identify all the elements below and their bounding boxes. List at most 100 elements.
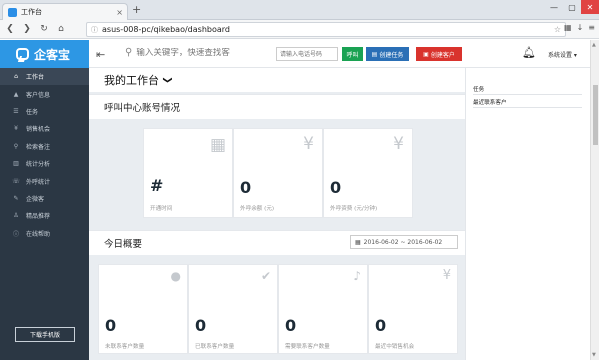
bookmark-star-icon[interactable]: ☆ — [554, 25, 561, 34]
sidebar-item-customers[interactable]: ▲ 客户信息 — [0, 85, 89, 102]
sidebar-item-statistics[interactable]: ▥ 统计分析 — [0, 155, 89, 172]
app-header: 企客宝 ⇤ ⚲ 呼叫 ▤创建任务 ▣创建客户 🔔︎ 系统设置 ▾ — [0, 40, 599, 68]
sidebar-item-label: 销售机会 — [26, 126, 51, 134]
sidebar-item-label: 外呼统计 — [26, 178, 51, 186]
add-user-icon: ▣ — [423, 50, 429, 58]
scroll-down-icon[interactable]: ▼ — [592, 352, 596, 358]
browser-menu-icon[interactable]: ≡ — [588, 23, 595, 32]
date-range-picker[interactable]: ▦ 2016-06-02 ~ 2016-06-02 — [350, 235, 458, 249]
scroll-up-icon[interactable]: ▲ — [592, 42, 596, 48]
search-icon: ⚲ — [125, 47, 133, 58]
logo-text: 企客宝 — [34, 47, 71, 62]
browser-tabbar: 工作台 × + — ▢ ✕ — [0, 0, 599, 20]
check-icon: ✔ — [260, 269, 271, 283]
scroll-thumb[interactable] — [593, 85, 598, 145]
card-label: 外呼资费 (元/分钟) — [330, 206, 378, 212]
page-title-bar: 我的工作台 ❯ — [89, 68, 465, 92]
card-value: 0 — [105, 316, 117, 335]
app-logo[interactable]: 企客宝 — [0, 40, 89, 68]
new-tab-button[interactable]: + — [132, 3, 141, 16]
back-icon[interactable]: ❮ — [3, 22, 17, 36]
today-card-uncontacted: ● 0 未联系客户数量 — [98, 264, 188, 354]
yen-icon: ¥ — [393, 134, 404, 154]
tasks-icon: ☰ — [13, 107, 19, 115]
address-bar[interactable]: ⓘ asus-008-pc/qikebao/dashboard ☆ — [86, 22, 566, 37]
search-icon: ⚲ — [13, 142, 19, 150]
page-info-icon[interactable]: ⓘ — [91, 25, 98, 35]
card-value: 0 — [195, 316, 207, 335]
call-center-section-title: 呼叫中心账号情况 — [89, 94, 465, 119]
headset-icon: ☏ — [12, 177, 20, 185]
sidebar-item-label: 客户信息 — [26, 91, 51, 99]
sidebar-item-label: 企微客 — [26, 195, 45, 203]
menu-toggle-icon[interactable]: ⇤ — [96, 48, 105, 61]
reload-icon[interactable]: ↻ — [37, 22, 51, 36]
bulb-icon: ✎ — [13, 194, 19, 202]
tab-close-icon[interactable]: × — [116, 8, 123, 17]
today-card-need-contact: ♪ 0 需要联系客户数量 — [278, 264, 368, 354]
sidebar-item-dashboard[interactable]: ⌂ 工作台 — [0, 68, 89, 86]
browser-tab-title: 工作台 — [21, 8, 42, 16]
notification-bell-icon[interactable]: 🔔︎ — [522, 46, 536, 59]
sidebar-item-tasks[interactable]: ☰ 任务 — [0, 103, 89, 120]
page-scrollbar[interactable]: ▲ ▼ — [590, 40, 599, 360]
divider — [473, 94, 582, 95]
card-value: 0 — [285, 316, 297, 335]
call-card-balance: ¥ 0 外呼余额 (元) — [233, 128, 323, 218]
browser-navbar: ❮ ❯ ↻ ⌂ ⓘ asus-008-pc/qikebao/dashboard … — [0, 20, 599, 39]
help-icon: ⓘ — [12, 230, 19, 238]
maximize-button[interactable]: ▢ — [563, 0, 581, 14]
sidebar-item-help[interactable]: ⓘ 在线帮助 — [0, 225, 89, 242]
calendar-icon: ▦ — [209, 135, 226, 155]
minimize-button[interactable]: — — [545, 0, 563, 14]
user-icon: ● — [170, 269, 181, 283]
today-card-contacted: ✔ 0 已联系客户数量 — [188, 264, 278, 354]
create-customer-button[interactable]: ▣ 创建客户 — [416, 47, 462, 61]
card-value: 0 — [240, 178, 252, 197]
download-icon[interactable]: ↓ — [577, 23, 584, 32]
logo-chat-icon — [16, 48, 29, 60]
search-input[interactable] — [136, 47, 267, 58]
sidebar-item-recommend[interactable]: ♙ 精品推荐 — [0, 207, 89, 224]
browser-tab[interactable]: 工作台 × — [2, 3, 128, 20]
download-mobile-button[interactable]: 下载手机版 — [15, 327, 75, 342]
sidebar-item-call-stats[interactable]: ☏ 外呼统计 — [0, 172, 89, 189]
browser-toolbar-right: ▦ ↓ ≡ — [564, 23, 595, 32]
call-card-open-time: ▦ # 开通时间 — [143, 128, 233, 218]
sidebar-item-sales[interactable]: ¥ 销售机会 — [0, 120, 89, 137]
create-task-button[interactable]: ▤ 创建任务 — [366, 47, 409, 61]
sidebar-item-label: 精品推荐 — [26, 213, 51, 221]
yen-icon: ¥ — [442, 268, 451, 283]
global-search: ⚲ — [125, 47, 267, 58]
users-icon: ▲ — [13, 90, 19, 98]
create-task-label: 创建任务 — [379, 51, 404, 59]
tasks-panel-title[interactable]: 任务 — [473, 85, 582, 93]
right-panel: 任务 最近联系客户 — [465, 68, 590, 360]
url-text: asus-008-pc/qikebao/dashboard — [102, 25, 230, 34]
home-nav-icon[interactable]: ⌂ — [54, 22, 68, 36]
phone-number-input[interactable] — [276, 47, 338, 61]
sidebar-item-wechat[interactable]: ✎ 企微客 — [0, 190, 89, 207]
extensions-icon[interactable]: ▦ — [564, 23, 572, 32]
yen-icon: ¥ — [303, 134, 314, 154]
divider — [473, 107, 582, 108]
chevron-down-icon[interactable]: ❯ — [162, 76, 172, 84]
sidebar-item-label: 在线帮助 — [26, 230, 51, 238]
recent-contacts-title[interactable]: 最近联系客户 — [473, 98, 582, 106]
sidebar: ⌂ 工作台 ▲ 客户信息 ☰ 任务 ¥ 销售机会 ⚲ 检索备注 ▥ 统计分析 ☏ 外呼统计 ✎… — [0, 68, 89, 360]
yen-icon: ¥ — [14, 125, 18, 133]
call-button[interactable]: 呼叫 — [342, 47, 363, 61]
sidebar-item-label: 检索备注 — [26, 143, 51, 151]
page-title: 我的工作台 — [104, 74, 159, 87]
window-close-button[interactable]: ✕ — [581, 0, 599, 14]
create-customer-label: 创建客户 — [430, 51, 455, 59]
call-card-rate: ¥ 0 外呼资费 (元/分钟) — [323, 128, 413, 218]
sidebar-item-search-notes[interactable]: ⚲ 检索备注 — [0, 138, 89, 155]
sidebar-item-label: 统计分析 — [26, 161, 51, 169]
forward-icon[interactable]: ❯ — [20, 22, 34, 36]
calendar-icon: ▦ — [355, 238, 361, 246]
system-settings-menu[interactable]: 系统设置 ▾ — [548, 50, 577, 59]
card-label: 外呼余额 (元) — [240, 206, 275, 212]
app-favicon-icon — [8, 7, 17, 17]
card-value: 0 — [330, 178, 342, 197]
